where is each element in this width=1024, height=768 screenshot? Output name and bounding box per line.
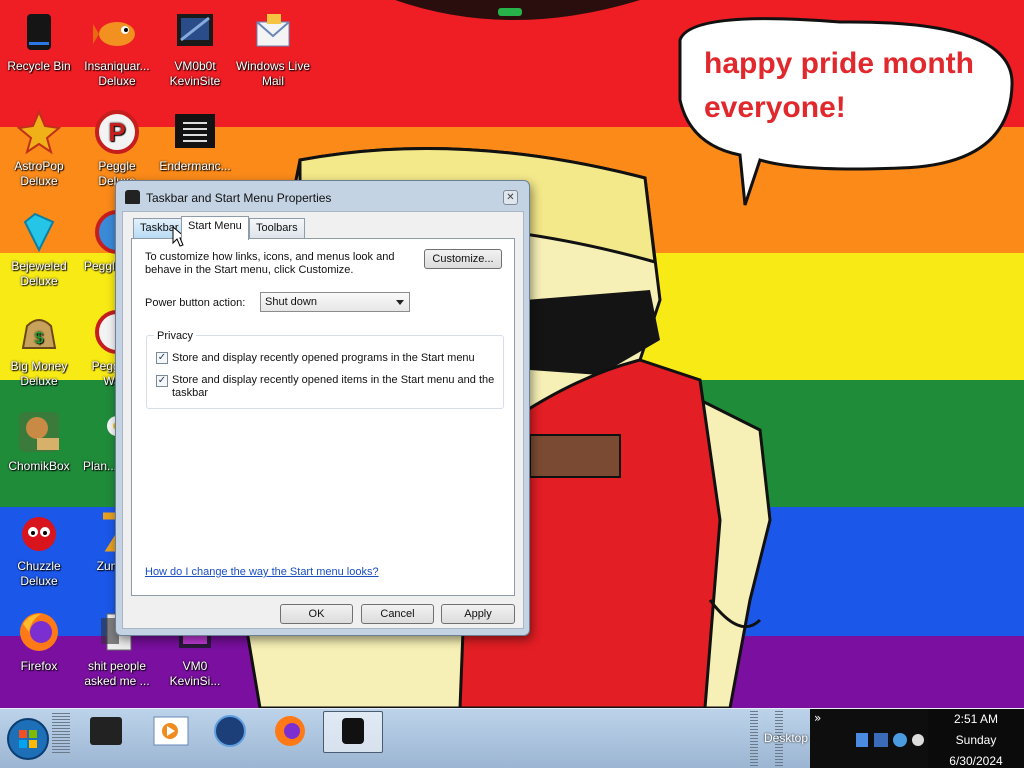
desktop-icon-firefox[interactable]: Firefox bbox=[0, 604, 78, 674]
icon-label: VM0b0t KevinSite bbox=[169, 59, 221, 88]
desktop-icon-peggle[interactable]: P Peggle Deluxe bbox=[78, 104, 156, 189]
bejeweled-icon bbox=[23, 212, 55, 253]
dialog-body: Taskbar Start Menu Toolbars To customize… bbox=[122, 211, 524, 629]
start-button[interactable] bbox=[4, 715, 52, 763]
help-link[interactable]: How do I change the way the Start menu l… bbox=[145, 566, 379, 578]
big-money-icon: $ bbox=[21, 319, 57, 349]
desktop-toolbar-label: Desktop bbox=[764, 731, 809, 745]
toolbar-grip bbox=[750, 711, 758, 767]
taskbar-app-taskbar-properties[interactable] bbox=[323, 711, 383, 753]
globe-icon bbox=[214, 715, 246, 747]
desktop-icon-astropop[interactable]: AstroPop Deluxe bbox=[0, 104, 78, 189]
clock-time: 2:51 AM bbox=[953, 712, 999, 726]
clock-date: 6/30/2024 bbox=[949, 754, 1003, 768]
desktop-icon-chomikbox[interactable]: ChomikBox bbox=[0, 404, 78, 474]
chuzzle-icon bbox=[22, 517, 56, 551]
recent-programs-checkbox[interactable]: ✓ bbox=[156, 352, 168, 364]
cancel-button[interactable]: Cancel bbox=[361, 604, 434, 624]
taskbar-app-firefox[interactable] bbox=[262, 711, 318, 753]
recycle-bin-icon bbox=[27, 14, 51, 50]
power-button-select[interactable]: Shut down bbox=[260, 292, 410, 312]
tab-toolbars[interactable]: Toolbars bbox=[249, 218, 305, 238]
privacy-label: Privacy bbox=[154, 330, 197, 343]
icon-label: Insaniquar... Deluxe bbox=[84, 59, 150, 88]
dialog-title: Taskbar and Start Menu Properties bbox=[146, 191, 332, 205]
icon-label: Big Money Deluxe bbox=[10, 359, 68, 388]
desktop-icon-windows-live-mail[interactable]: Windows Live Mail bbox=[234, 4, 312, 89]
recent-items-checkbox[interactable]: ✓ bbox=[156, 375, 168, 387]
power-button-label: Power button action: bbox=[145, 297, 246, 309]
icon-label: Firefox bbox=[20, 659, 58, 673]
firefox-icon bbox=[275, 716, 305, 746]
desktop-icon-big-money[interactable]: $ Big Money Deluxe bbox=[0, 304, 78, 389]
icon-label: ChomikBox bbox=[8, 459, 70, 473]
quick-launch-separator bbox=[52, 713, 70, 753]
icon-label: Bejeweled Deluxe bbox=[11, 259, 67, 288]
tray-area: » bbox=[810, 709, 928, 768]
desktop-icon-insaniquarium[interactable]: Insaniquar... Deluxe bbox=[78, 4, 156, 89]
desktop-icon-endermanch[interactable]: Endermanc... bbox=[156, 104, 234, 174]
icon-label: shit people asked me ... bbox=[84, 659, 150, 688]
chevron-down-icon bbox=[396, 300, 404, 305]
chevron-right-icon[interactable]: » bbox=[814, 711, 821, 725]
windows-live-mail-icon bbox=[256, 14, 290, 47]
power-button-value: Shut down bbox=[265, 296, 317, 308]
icon-label: Recycle Bin bbox=[7, 59, 71, 73]
ok-button[interactable]: OK bbox=[280, 604, 353, 624]
insaniquarium-icon bbox=[93, 22, 135, 46]
icon-label: Chuzzle Deluxe bbox=[17, 559, 61, 588]
desktop-icon-vm0b0t[interactable]: VM0b0t KevinSite bbox=[156, 4, 234, 89]
customize-button[interactable]: Customize... bbox=[424, 249, 502, 269]
speech-bubble-text: happy pride month everyone! bbox=[704, 42, 984, 130]
bubble-line-2: everyone! bbox=[704, 91, 846, 124]
svg-text:P: P bbox=[108, 117, 125, 147]
taskbar-properties-dialog: Taskbar and Start Menu Properties ✕ Task… bbox=[115, 180, 530, 636]
bubble-line-1: happy pride month bbox=[704, 47, 974, 80]
endermanch-icon bbox=[175, 114, 215, 148]
windows-orb-icon bbox=[7, 718, 49, 760]
taskbar: Desktop » 2:51 AM Sunday 6/30/2024 bbox=[0, 708, 1024, 768]
clock-day: Sunday bbox=[955, 733, 997, 747]
firefox-icon bbox=[20, 613, 58, 651]
media-icon bbox=[90, 717, 122, 745]
taskbar-app-globe[interactable] bbox=[202, 711, 258, 753]
icon-label: VM0 KevinSi... bbox=[169, 659, 221, 688]
recent-items-label: Store and display recently opened items … bbox=[172, 374, 495, 399]
vm0b0t-icon bbox=[177, 14, 213, 46]
taskbar-properties-icon bbox=[125, 190, 140, 204]
icon-label: Endermanc... bbox=[159, 159, 231, 173]
taskbar-app-media[interactable] bbox=[78, 711, 134, 753]
astropop-icon bbox=[16, 109, 62, 155]
taskbar-properties-icon bbox=[342, 718, 364, 744]
desktop-icon-bejeweled[interactable]: Bejeweled Deluxe bbox=[0, 204, 78, 289]
customize-intro-text: To customize how links, icons, and menus… bbox=[145, 251, 395, 276]
close-button[interactable]: ✕ bbox=[503, 190, 518, 205]
apply-button[interactable]: Apply bbox=[441, 604, 515, 624]
start-menu-pane: To customize how links, icons, and menus… bbox=[131, 238, 515, 596]
desktop-toolbar[interactable]: Desktop bbox=[764, 731, 808, 745]
desktop-icon-recycle-bin[interactable]: Recycle Bin bbox=[0, 4, 78, 74]
tab-start-menu[interactable]: Start Menu bbox=[181, 216, 249, 240]
media-player-icon bbox=[153, 716, 189, 746]
peggle-icon: P bbox=[95, 110, 139, 154]
clock[interactable]: 2:51 AM Sunday 6/30/2024 bbox=[928, 709, 1024, 768]
chomikbox-icon bbox=[19, 412, 59, 452]
recent-programs-label: Store and display recently opened progra… bbox=[172, 352, 475, 364]
desktop-icon-chuzzle[interactable]: Chuzzle Deluxe bbox=[0, 504, 78, 589]
icon-label: Windows Live Mail bbox=[235, 59, 311, 88]
svg-text:$: $ bbox=[35, 330, 44, 347]
icon-label: AstroPop Deluxe bbox=[14, 159, 64, 188]
taskbar-app-media-player[interactable] bbox=[144, 711, 200, 753]
